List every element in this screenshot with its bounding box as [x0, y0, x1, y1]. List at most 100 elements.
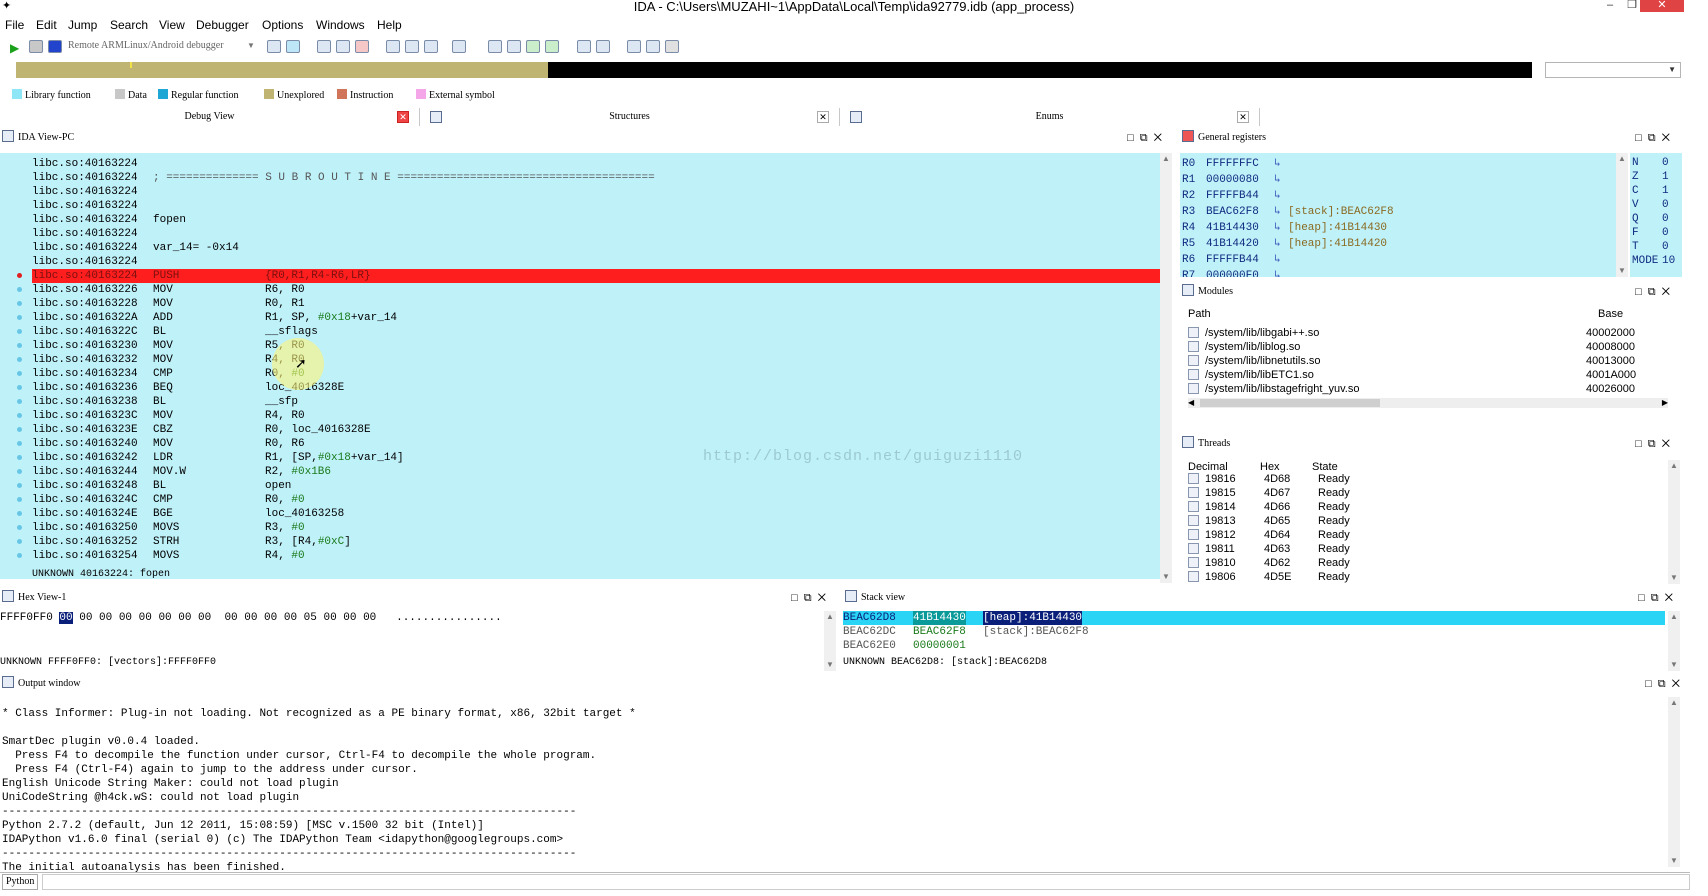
- thread-row[interactable]: 19811 4D63 Ready: [1188, 542, 1668, 556]
- trace-marker[interactable]: [17, 329, 22, 334]
- disasm-address[interactable]: libc.so:40163224: [32, 157, 138, 171]
- chevron-left-icon[interactable]: ◀: [1188, 398, 1194, 407]
- disasm-address[interactable]: libc.so:4016322C: [32, 325, 138, 339]
- disasm-address[interactable]: libc.so:4016323C: [32, 409, 138, 423]
- trace-marker[interactable]: [17, 511, 22, 516]
- register-value[interactable]: FFFFFB44: [1206, 188, 1259, 204]
- breakpoint-marker[interactable]: [17, 273, 22, 278]
- disasm-line[interactable]: libc.so:40163248 BL open: [32, 479, 1162, 493]
- disasm-address[interactable]: libc.so:40163252: [32, 535, 138, 549]
- terminate-process-icon[interactable]: [48, 40, 62, 53]
- hex-ascii[interactable]: ................: [396, 612, 502, 624]
- panel-buttons[interactable]: □⧉✕: [1635, 284, 1676, 300]
- tracing-icon[interactable]: [646, 40, 660, 53]
- disasm-address[interactable]: libc.so:4016324E: [32, 507, 138, 521]
- flag-row[interactable]: Q0: [1632, 213, 1669, 226]
- disasm-address[interactable]: libc.so:40163250: [32, 521, 138, 535]
- module-row[interactable]: /system/lib/libnetutils.so 40013000: [1188, 354, 1668, 368]
- menu-view[interactable]: View: [159, 18, 185, 32]
- trace-marker[interactable]: [17, 301, 22, 306]
- disasm-mnemonic[interactable]: BGE: [153, 507, 173, 521]
- module-row[interactable]: /system/lib/liblog.so 40008000: [1188, 340, 1668, 354]
- disasm-mnemonic[interactable]: fopen: [153, 213, 186, 227]
- flag-value[interactable]: 10: [1662, 255, 1675, 268]
- stack-address[interactable]: BEAC62E0: [843, 639, 896, 653]
- disasm-mnemonic[interactable]: BEQ: [153, 381, 173, 395]
- disasm-line[interactable]: libc.so:40163252 STRH R3, [R4,#0xC]: [32, 535, 1162, 549]
- trace-marker[interactable]: [17, 413, 22, 418]
- stack-row[interactable]: BEAC62D8 41B14430 [heap]:41B14430: [843, 611, 1665, 625]
- disasm-address[interactable]: libc.so:40163224: [32, 269, 138, 283]
- jump-arrow-icon[interactable]: ↳: [1274, 252, 1281, 268]
- stack-value[interactable]: 00000001: [913, 639, 966, 653]
- disasm-mnemonic[interactable]: CMP: [153, 367, 173, 381]
- menu-options[interactable]: Options: [262, 18, 303, 32]
- registers-scrollbar[interactable]: ▲ ▼: [1616, 153, 1628, 277]
- register-value[interactable]: FFFFFFFC: [1206, 156, 1259, 172]
- stack-scrollbar[interactable]: ▲ ▼: [1668, 611, 1680, 671]
- disasm-operands[interactable]: R4, R0: [265, 409, 305, 423]
- pause-process-icon[interactable]: [29, 40, 43, 53]
- trace-marker[interactable]: [17, 483, 22, 488]
- trace-marker[interactable]: [17, 315, 22, 320]
- disasm-address[interactable]: libc.so:40163254: [32, 549, 138, 563]
- flag-value[interactable]: 0: [1662, 199, 1669, 212]
- disasm-operands[interactable]: R0, R1: [265, 297, 305, 311]
- disasm-operands[interactable]: R0, #0: [265, 493, 305, 507]
- disasm-mnemonic[interactable]: PUSH: [153, 269, 179, 283]
- disasm-mnemonic[interactable]: MOV: [153, 297, 173, 311]
- disasm-line[interactable]: libc.so:4016323E CBZ R0, loc_4016328E: [32, 423, 1162, 437]
- modules-hscrollbar[interactable]: ◀ ▶: [1188, 398, 1668, 408]
- disasm-operands[interactable]: R1, SP, #0x18+var_14: [265, 311, 397, 325]
- navigation-segment-select[interactable]: ▼: [1545, 62, 1681, 78]
- panel-buttons[interactable]: □⧉✕: [1127, 130, 1168, 146]
- show-strings-icon[interactable]: [452, 40, 466, 53]
- register-row[interactable]: R1 00000080 ↳: [1182, 172, 1281, 188]
- flag-row[interactable]: Z1: [1632, 171, 1669, 184]
- flag-value[interactable]: 0: [1662, 157, 1669, 170]
- disasm-line[interactable]: libc.so:40163224 var_14= -0x14: [32, 241, 1162, 255]
- add-breakpoint-icon[interactable]: [336, 40, 350, 53]
- stack-row[interactable]: BEAC62E0 00000001: [843, 639, 1665, 653]
- output-scrollbar[interactable]: ▲ ▼: [1668, 697, 1680, 867]
- disasm-line[interactable]: libc.so:40163224 fopen: [32, 213, 1162, 227]
- disasm-address[interactable]: libc.so:4016322A: [32, 311, 138, 325]
- disasm-operands[interactable]: __sflags: [265, 325, 318, 339]
- register-value[interactable]: 000000F0: [1206, 268, 1259, 277]
- jump-arrow-icon[interactable]: ↳: [1274, 156, 1281, 172]
- module-row[interactable]: /system/lib/libgabi++.so 40002000: [1188, 326, 1668, 340]
- thread-row[interactable]: 19816 4D68 Ready: [1188, 472, 1668, 486]
- text-view-icon[interactable]: [596, 40, 610, 53]
- disasm-line[interactable]: libc.so:40163230MOVR5, R0: [32, 339, 1162, 353]
- chevron-down-icon[interactable]: ▼: [1668, 65, 1676, 74]
- modules-column-path[interactable]: Path: [1188, 308, 1211, 320]
- disasm-line[interactable]: libc.so:40163224: [32, 255, 1162, 269]
- attach-process-icon[interactable]: [267, 40, 281, 53]
- minimize-button[interactable]: –: [1600, 0, 1620, 12]
- disasm-mnemonic[interactable]: MOV: [153, 339, 173, 353]
- disasm-mnemonic[interactable]: MOV.W: [153, 465, 186, 479]
- jump-arrow-icon[interactable]: ↳: [1274, 204, 1281, 220]
- trace-marker[interactable]: [17, 371, 22, 376]
- thread-row[interactable]: 19813 4D65 Ready: [1188, 514, 1668, 528]
- disasm-mnemonic[interactable]: BL: [153, 325, 166, 339]
- stack-value[interactable]: BEAC62F8: [913, 625, 966, 639]
- disasm-address[interactable]: libc.so:40163240: [32, 437, 138, 451]
- disasm-line[interactable]: libc.so:40163234CMPR0, #0: [32, 367, 1162, 381]
- flag-row[interactable]: C1: [1632, 185, 1669, 198]
- jump-arrow-icon[interactable]: ↳: [1274, 188, 1281, 204]
- disasm-address[interactable]: libc.so:4016324C: [32, 493, 138, 507]
- flag-row[interactable]: T0: [1632, 241, 1669, 254]
- disasm-operands[interactable]: R6, R0: [265, 283, 305, 297]
- modules-list[interactable]: Path Base /system/lib/libgabi++.so 400020…: [1180, 302, 1680, 412]
- disasm-line[interactable]: libc.so:40163224 ; ============== S U B R…: [32, 171, 1162, 185]
- show-segments-icon[interactable]: [386, 40, 400, 53]
- disasm-line[interactable]: libc.so:40163238 BL __sfp: [32, 395, 1162, 409]
- disasm-mnemonic[interactable]: MOV: [153, 437, 173, 451]
- disasm-line[interactable]: libc.so:40163224: [32, 185, 1162, 199]
- register-row[interactable]: R3 BEAC62F8 ↳ [stack]:BEAC62F8: [1182, 204, 1394, 220]
- panel-buttons[interactable]: □⧉✕: [1638, 590, 1679, 606]
- menu-edit[interactable]: Edit: [36, 18, 57, 32]
- threads-list[interactable]: Decimal Hex State 19816 4D68 Ready 19815 4D6…: [1180, 455, 1680, 585]
- ida-view-scrollbar[interactable]: ▲ ▼: [1160, 153, 1172, 583]
